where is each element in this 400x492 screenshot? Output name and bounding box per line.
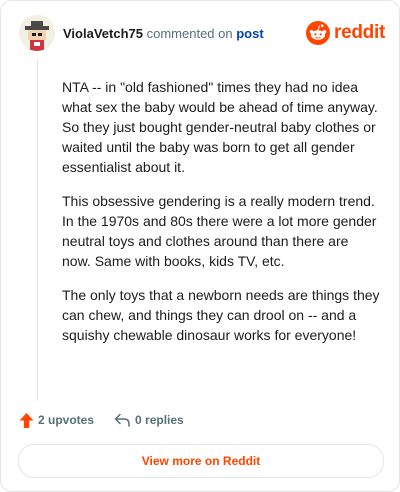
reddit-snoo-icon	[306, 21, 331, 45]
comment-paragraph: The only toys that a newborn needs are t…	[62, 287, 380, 343]
upvote-label: 2 upvotes	[38, 413, 95, 427]
comment-header: ViolaVetch75 commented on post reddit	[19, 15, 385, 51]
action-text: commented on	[146, 26, 233, 41]
reply-arrow-icon	[114, 413, 130, 427]
author-username[interactable]: ViolaVetch75	[63, 26, 143, 41]
reply-label: 0 replies	[135, 413, 184, 427]
author-line: ViolaVetch75 commented on post	[63, 26, 264, 41]
comment-footer: 2 upvotes 0 replies	[19, 410, 184, 430]
thread-line	[37, 59, 38, 401]
upvote-arrow-icon	[19, 412, 34, 428]
comment-paragraph: NTA -- in "old fashioned" times they had…	[62, 79, 378, 175]
upvote-count[interactable]: 2 upvotes	[19, 412, 94, 429]
snoo-avatar-icon[interactable]	[19, 15, 55, 51]
reply-count[interactable]: 0 replies	[114, 413, 184, 427]
post-link[interactable]: post	[236, 26, 263, 41]
comment-embed-card: ViolaVetch75 commented on post reddit NT…	[0, 0, 400, 492]
view-more-button[interactable]: View more on Reddit	[18, 444, 384, 478]
comment-paragraph: This obsessive gendering is a really mod…	[62, 193, 377, 269]
reddit-logo[interactable]: reddit	[306, 20, 385, 46]
reddit-wordmark: reddit	[334, 22, 385, 43]
comment-body: NTA -- in "old fashioned" times they had…	[62, 77, 380, 359]
